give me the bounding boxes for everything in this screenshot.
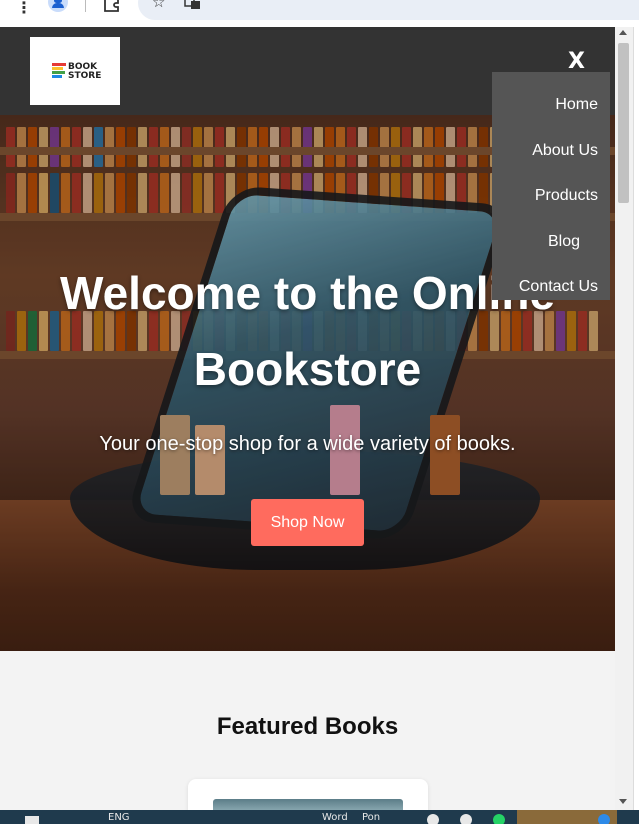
- taskbar-app-word[interactable]: Word: [322, 812, 348, 824]
- browser-toolbar: ⋮ ☆: [0, 0, 639, 27]
- scroll-up-icon[interactable]: [619, 30, 627, 35]
- taskbar-app-icon[interactable]: [460, 814, 472, 824]
- hero-title-line2: Bookstore: [193, 343, 422, 395]
- featured-books-heading: Featured Books: [216, 713, 399, 740]
- close-menu-button[interactable]: X: [568, 49, 585, 74]
- os-taskbar: ENG Word Pon: [0, 810, 639, 824]
- logo-bars-icon: [52, 63, 66, 79]
- taskbar-app-pon[interactable]: Pon: [362, 812, 380, 824]
- translate-icon[interactable]: [184, 0, 202, 10]
- taskbar-menu-icon[interactable]: [25, 816, 39, 824]
- nav-item-blog[interactable]: Blog: [548, 233, 580, 251]
- taskbar-app-icon[interactable]: [427, 814, 439, 824]
- star-icon[interactable]: ☆: [152, 0, 165, 10]
- page-scrollbar[interactable]: [615, 27, 633, 810]
- logo-line2: STORE: [68, 71, 102, 81]
- shop-now-button[interactable]: Shop Now: [251, 499, 364, 546]
- address-bar[interactable]: [138, 0, 639, 20]
- kebab-menu-icon[interactable]: ⋮: [16, 0, 32, 17]
- side-panel-edge: [633, 27, 639, 810]
- profile-icon[interactable]: [48, 0, 68, 12]
- toolbar-divider: [85, 0, 86, 12]
- extensions-icon[interactable]: [102, 0, 122, 12]
- nav-item-about-us[interactable]: About Us: [532, 142, 598, 160]
- hero-subtitle: Your one-stop shop for a wide variety of…: [99, 433, 516, 455]
- bookstore-logo[interactable]: BOOK STORE: [30, 37, 120, 105]
- taskbar-app-icon[interactable]: [598, 814, 610, 824]
- nav-item-products[interactable]: Products: [535, 187, 598, 205]
- nav-item-contact-us[interactable]: Contact Us: [519, 278, 598, 296]
- scroll-thumb[interactable]: [618, 43, 629, 203]
- nav-item-home[interactable]: Home: [555, 96, 598, 114]
- whatsapp-icon[interactable]: [493, 814, 505, 824]
- taskbar-language[interactable]: ENG: [108, 812, 130, 824]
- nav-dropdown-menu: Home About Us Products Blog Contact Us: [492, 72, 610, 300]
- logo-text: BOOK STORE: [68, 63, 101, 81]
- scroll-down-icon[interactable]: [619, 799, 627, 804]
